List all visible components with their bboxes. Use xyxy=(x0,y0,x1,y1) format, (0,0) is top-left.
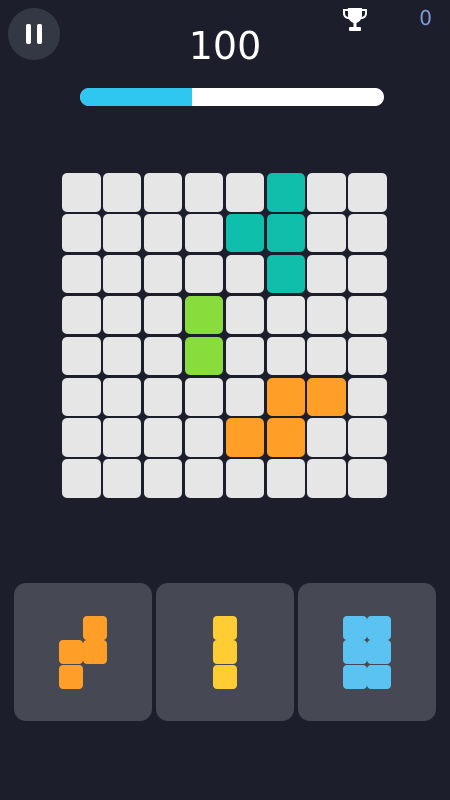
board-cell[interactable] xyxy=(102,173,142,212)
board-cell[interactable] xyxy=(348,173,387,212)
board-cell[interactable] xyxy=(307,418,346,457)
board-cell[interactable] xyxy=(62,173,101,212)
board-cell[interactable] xyxy=(348,213,387,253)
best-score: 0 xyxy=(419,6,432,30)
board-cell[interactable] xyxy=(307,336,346,376)
board-cell[interactable] xyxy=(307,173,346,212)
piece-block xyxy=(83,615,108,640)
board-cell[interactable] xyxy=(348,377,387,416)
board-cell[interactable] xyxy=(143,336,183,376)
board-cell[interactable] xyxy=(102,459,142,498)
board-cell[interactable] xyxy=(62,418,101,457)
board-cell[interactable] xyxy=(143,459,183,498)
piece-block xyxy=(83,640,108,664)
board-cell[interactable] xyxy=(307,213,346,253)
board-cell[interactable] xyxy=(266,295,305,335)
board-cell-filled[interactable] xyxy=(266,173,305,212)
board-cell[interactable] xyxy=(266,459,305,498)
board-cell-filled[interactable] xyxy=(307,377,346,416)
progress-bar xyxy=(80,88,384,106)
piece-block xyxy=(58,640,83,664)
board-cell[interactable] xyxy=(184,377,224,416)
board-cell[interactable] xyxy=(184,173,224,212)
board-cell[interactable] xyxy=(348,336,387,376)
piece-block xyxy=(58,664,83,689)
piece-block xyxy=(213,664,237,689)
board-cell[interactable] xyxy=(184,254,224,294)
orange-s-piece[interactable] xyxy=(58,615,108,689)
board-cell[interactable] xyxy=(184,459,224,498)
board-cell[interactable] xyxy=(225,336,265,376)
piece-block xyxy=(342,615,367,640)
board-cell[interactable] xyxy=(348,254,387,294)
board-cell[interactable] xyxy=(62,336,101,376)
board-cell[interactable] xyxy=(225,377,265,416)
piece-tray-2[interactable] xyxy=(156,583,294,721)
piece-block xyxy=(342,664,367,689)
board-cell[interactable] xyxy=(184,418,224,457)
board-cell[interactable] xyxy=(62,459,101,498)
board-cell[interactable] xyxy=(348,295,387,335)
board-cell[interactable] xyxy=(225,295,265,335)
board-cell[interactable] xyxy=(143,377,183,416)
board-cell[interactable] xyxy=(102,336,142,376)
board-cell[interactable] xyxy=(143,295,183,335)
board-cell-filled[interactable] xyxy=(266,377,305,416)
board-cell[interactable] xyxy=(143,213,183,253)
board-cell[interactable] xyxy=(266,336,305,376)
piece-block xyxy=(213,615,237,640)
board-cell[interactable] xyxy=(348,418,387,457)
board-cell-filled[interactable] xyxy=(225,418,265,457)
board-cell[interactable] xyxy=(184,213,224,253)
board-cell-filled[interactable] xyxy=(266,418,305,457)
board-cell[interactable] xyxy=(62,295,101,335)
board-cell[interactable] xyxy=(62,254,101,294)
piece-block xyxy=(367,664,392,689)
board-cell-filled[interactable] xyxy=(225,213,265,253)
piece-block xyxy=(342,640,367,664)
piece-block xyxy=(367,615,392,640)
board-cell[interactable] xyxy=(102,377,142,416)
board-cell[interactable] xyxy=(62,213,101,253)
piece-tray-1[interactable] xyxy=(14,583,152,721)
piece-block xyxy=(213,640,237,664)
board-cell-filled[interactable] xyxy=(266,213,305,253)
board-cell[interactable] xyxy=(143,173,183,212)
board-cell[interactable] xyxy=(225,459,265,498)
board-cell[interactable] xyxy=(225,173,265,212)
trophy-icon xyxy=(343,8,367,31)
piece-block xyxy=(367,640,392,664)
board-cell[interactable] xyxy=(102,213,142,253)
board-cell-filled[interactable] xyxy=(184,336,224,376)
board-cell[interactable] xyxy=(348,459,387,498)
progress-fill xyxy=(80,88,193,106)
board-cell[interactable] xyxy=(102,295,142,335)
board-cell[interactable] xyxy=(307,295,346,335)
board-cell[interactable] xyxy=(307,459,346,498)
yellow-i-piece[interactable] xyxy=(213,615,237,689)
score-display: 100 xyxy=(188,24,262,68)
game-board[interactable] xyxy=(62,173,388,499)
board-cell[interactable] xyxy=(102,418,142,457)
board-cell[interactable] xyxy=(143,254,183,294)
board-cell[interactable] xyxy=(225,254,265,294)
board-cell[interactable] xyxy=(307,254,346,294)
board-cell-filled[interactable] xyxy=(266,254,305,294)
piece-tray-3[interactable] xyxy=(298,583,436,721)
blue-block-piece[interactable] xyxy=(342,615,392,689)
board-cell[interactable] xyxy=(143,418,183,457)
board-cell[interactable] xyxy=(102,254,142,294)
board-cell[interactable] xyxy=(62,377,101,416)
board-cell-filled[interactable] xyxy=(184,295,224,335)
